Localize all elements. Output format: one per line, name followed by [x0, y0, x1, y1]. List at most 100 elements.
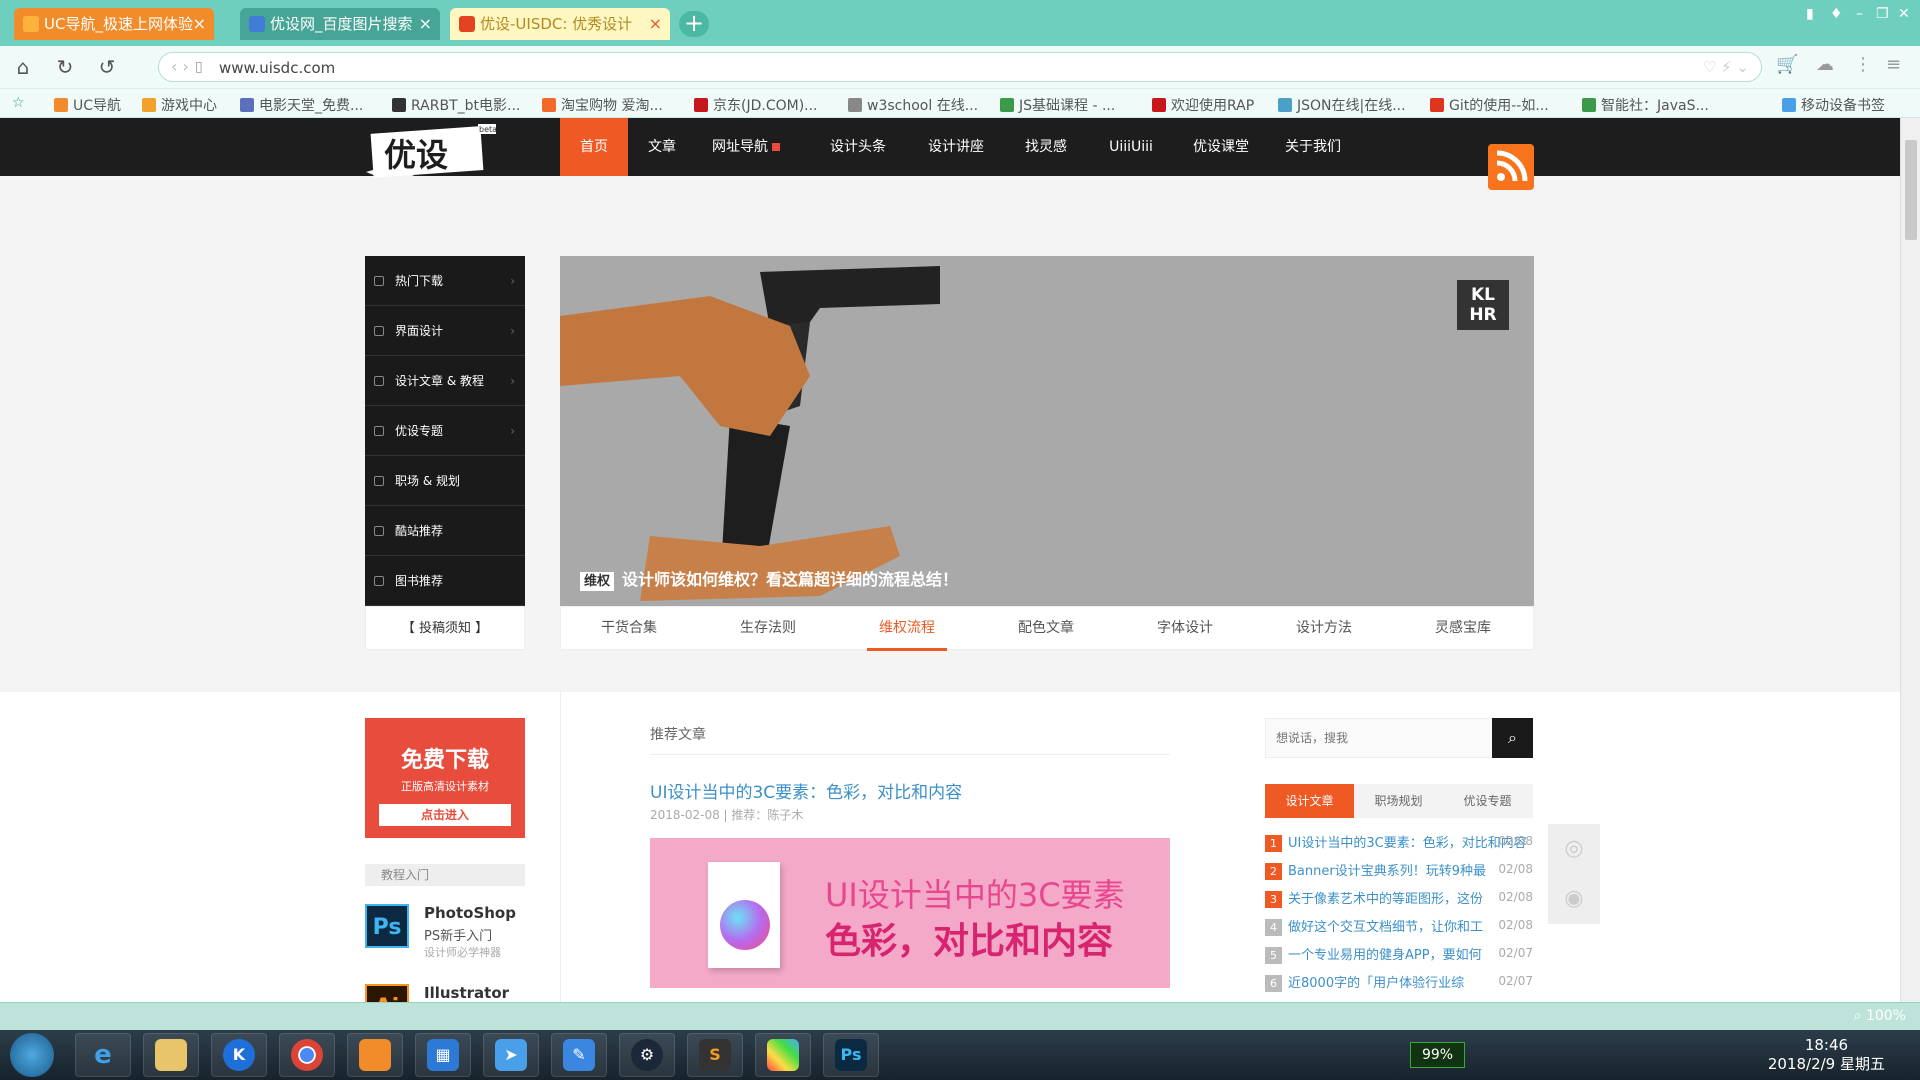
nav-about[interactable]: 关于我们 — [1278, 118, 1348, 176]
rank-item[interactable]: 3 关于像素艺术中的等距图形，这份 02/08 — [1265, 888, 1533, 908]
more-icon[interactable]: ⋮ — [1854, 54, 1872, 75]
refresh-icon[interactable]: ↻ — [52, 54, 78, 80]
star-icon[interactable]: ☆ — [12, 95, 25, 111]
rank-tab[interactable]: 优设专题 — [1443, 784, 1532, 818]
bookmark-item[interactable]: RARBT_bt电影... — [392, 95, 520, 115]
search-icon[interactable]: ⌕ — [1492, 718, 1533, 758]
uc-browser-taskbar-icon[interactable] — [347, 1033, 403, 1077]
apps-taskbar-icon[interactable]: ▦ — [415, 1033, 471, 1077]
close-tab-icon[interactable]: × — [649, 8, 662, 40]
rss-icon[interactable] — [1488, 144, 1534, 190]
category-books[interactable]: 图书推荐 — [365, 556, 525, 606]
topic-tab[interactable]: 设计方法 — [1284, 607, 1364, 651]
banner-caption[interactable]: 维权 设计师该如何维权？看这篇超详细的流程总结！ — [580, 566, 958, 591]
bookmark-item[interactable]: Git的使用--如... — [1430, 95, 1549, 115]
bookmark-item[interactable]: UC导航 — [54, 95, 121, 115]
back-arrow-icon[interactable]: ‹ › — [171, 57, 189, 76]
address-bar[interactable]: ‹ › ▯ www.uisdc.com ♡ ⚡ ⌄ — [158, 52, 1762, 82]
tab-uc-nav[interactable]: UC导航_极速上网体验 × — [14, 8, 214, 40]
bookmark-item[interactable]: 智能社：JavaS... — [1582, 95, 1709, 115]
bookmark-item[interactable]: JSON在线|在线... — [1278, 95, 1406, 115]
category-topics[interactable]: 优设专题 › — [365, 406, 525, 456]
feishu-taskbar-icon[interactable]: ➤ — [483, 1033, 539, 1077]
system-clock[interactable]: 18:46 2018/2/9 星期五 — [1768, 1036, 1885, 1074]
search-input[interactable] — [1266, 719, 1496, 757]
category-articles[interactable]: 设计文章 & 教程 › — [365, 356, 525, 406]
category-ui-design[interactable]: 界面设计 › — [365, 306, 525, 356]
bookmark-item[interactable]: 淘宝购物 爱淘... — [542, 95, 663, 115]
category-career[interactable]: 职场 & 规划 — [365, 456, 525, 506]
battery-indicator[interactable]: 99% — [1410, 1042, 1465, 1068]
bookmark-item[interactable]: JS基础课程 - ... — [1000, 95, 1115, 115]
rank-item[interactable]: 5 一个专业易用的健身APP，要如何 02/07 — [1265, 944, 1533, 964]
submission-guide-link[interactable]: 【 投稿须知 】 — [365, 606, 525, 650]
weibo-share-icon[interactable]: ◉ — [1548, 874, 1600, 924]
start-button[interactable] — [10, 1033, 54, 1077]
bookmark-item[interactable]: 电影天堂_免费... — [240, 95, 363, 115]
article-title-link[interactable]: UI设计当中的3C要素：色彩，对比和内容 — [650, 778, 962, 803]
close-window-icon[interactable]: ✕ — [1898, 6, 1910, 22]
bookmark-item[interactable]: 京东(JD.COM)... — [694, 95, 818, 115]
minimize-icon[interactable]: – — [1856, 6, 1863, 22]
close-tab-icon[interactable]: × — [193, 8, 206, 40]
topic-tab[interactable]: 字体设计 — [1145, 607, 1225, 651]
bookmark-item[interactable]: 欢迎使用RAP — [1152, 95, 1254, 115]
free-download-ad[interactable]: 免费下载 正版高清设计素材 点击进入 — [365, 718, 525, 838]
kugou-taskbar-icon[interactable]: K — [211, 1033, 267, 1077]
nav-lectures[interactable]: 设计讲座 — [918, 118, 994, 176]
article-thumbnail[interactable]: UI设计当中的3C要素 色彩，对比和内容 — [650, 838, 1170, 988]
topic-tab[interactable]: 干货合集 — [589, 607, 669, 651]
rank-item[interactable]: 6 近8000字的「用户体验行业综 02/07 — [1265, 972, 1533, 992]
rank-item[interactable]: 4 做好这个交互文档细节，让你和工 02/08 — [1265, 916, 1533, 936]
uisdc-logo[interactable]: 优设 beta — [366, 122, 496, 188]
hero-banner[interactable]: KL HR 维权 设计师该如何维权？看这篇超详细的流程总结！ — [560, 256, 1534, 606]
favorite-heart-icon[interactable]: ♡ ⚡ ⌄ — [1703, 58, 1749, 76]
rank-item[interactable]: 2 Banner设计宝典系列！玩转9种最 02/08 — [1265, 860, 1533, 880]
sublime-taskbar-icon[interactable]: S — [687, 1033, 743, 1077]
category-hot-downloads[interactable]: 热门下载 › — [365, 256, 525, 306]
new-tab-button[interactable]: + — [679, 11, 709, 37]
steam-taskbar-icon[interactable]: ⚙ — [619, 1033, 675, 1077]
topic-tab-active[interactable]: 维权流程 — [867, 607, 947, 651]
maximize-icon[interactable]: ❐ — [1876, 6, 1889, 22]
color-picker-taskbar-icon[interactable] — [755, 1033, 811, 1077]
nav-home[interactable]: 首页 — [560, 118, 628, 176]
skin-icon[interactable]: ▮ — [1806, 6, 1814, 22]
shirt-icon[interactable]: ♦ — [1830, 6, 1843, 22]
page-scrollbar[interactable] — [1900, 118, 1920, 1002]
nav-articles[interactable]: 文章 — [640, 118, 684, 176]
tutorial-photoshop[interactable]: Ps PhotoShop PS新手入门 设计师必学神器 — [365, 904, 545, 964]
rank-item[interactable]: 1 UI设计当中的3C要素：色彩，对比和内容 02/08 — [1265, 832, 1533, 852]
bookmark-item[interactable]: 移动设备书签 — [1782, 95, 1885, 115]
rank-tab[interactable]: 职场规划 — [1354, 784, 1443, 818]
bookmark-item[interactable]: w3school 在线... — [848, 95, 978, 115]
close-tab-icon[interactable]: × — [419, 8, 432, 40]
zoom-level[interactable]: ⌕ 100% — [1854, 1008, 1906, 1024]
scroll-thumb[interactable] — [1905, 140, 1917, 240]
tutorial-illustrator[interactable]: Ai Illustrator — [365, 984, 545, 1002]
tab-uisdc[interactable]: 优设-UISDC: 优秀设计 × — [450, 8, 670, 40]
nav-uiiiuiii[interactable]: UiiiUiii — [1098, 118, 1164, 176]
weather-icon[interactable]: ☁ — [1816, 54, 1834, 75]
notes-taskbar-icon[interactable]: ✎ — [551, 1033, 607, 1077]
ad-enter-button[interactable]: 点击进入 — [379, 804, 511, 826]
tab-baidu-images[interactable]: 优设网_百度图片搜索 × — [240, 8, 440, 40]
nav-headlines[interactable]: 设计头条 — [820, 118, 896, 176]
rank-tab-active[interactable]: 设计文章 — [1265, 784, 1354, 818]
url-text[interactable]: www.uisdc.com — [219, 59, 335, 77]
menu-icon[interactable]: ≡ — [1886, 54, 1901, 75]
photoshop-taskbar-icon[interactable]: Ps — [823, 1033, 879, 1077]
category-cool-sites[interactable]: 酷站推荐 — [365, 506, 525, 556]
nav-classroom[interactable]: 优设课堂 — [1186, 118, 1256, 176]
undo-icon[interactable]: ↺ — [94, 54, 120, 80]
ie-taskbar-icon[interactable]: e — [75, 1033, 131, 1077]
explorer-taskbar-icon[interactable] — [143, 1033, 199, 1077]
home-icon[interactable]: ⌂ — [10, 54, 36, 80]
topic-tab[interactable]: 配色文章 — [1006, 607, 1086, 651]
cart-icon[interactable]: 🛒 — [1776, 54, 1798, 75]
wechat-share-icon[interactable]: ◎ — [1548, 824, 1600, 874]
topic-tab[interactable]: 生存法则 — [728, 607, 808, 651]
nav-inspiration[interactable]: 找灵感 — [1016, 118, 1076, 176]
nav-sites[interactable]: 网址导航 — [706, 118, 786, 176]
chrome-taskbar-icon[interactable] — [279, 1033, 335, 1077]
